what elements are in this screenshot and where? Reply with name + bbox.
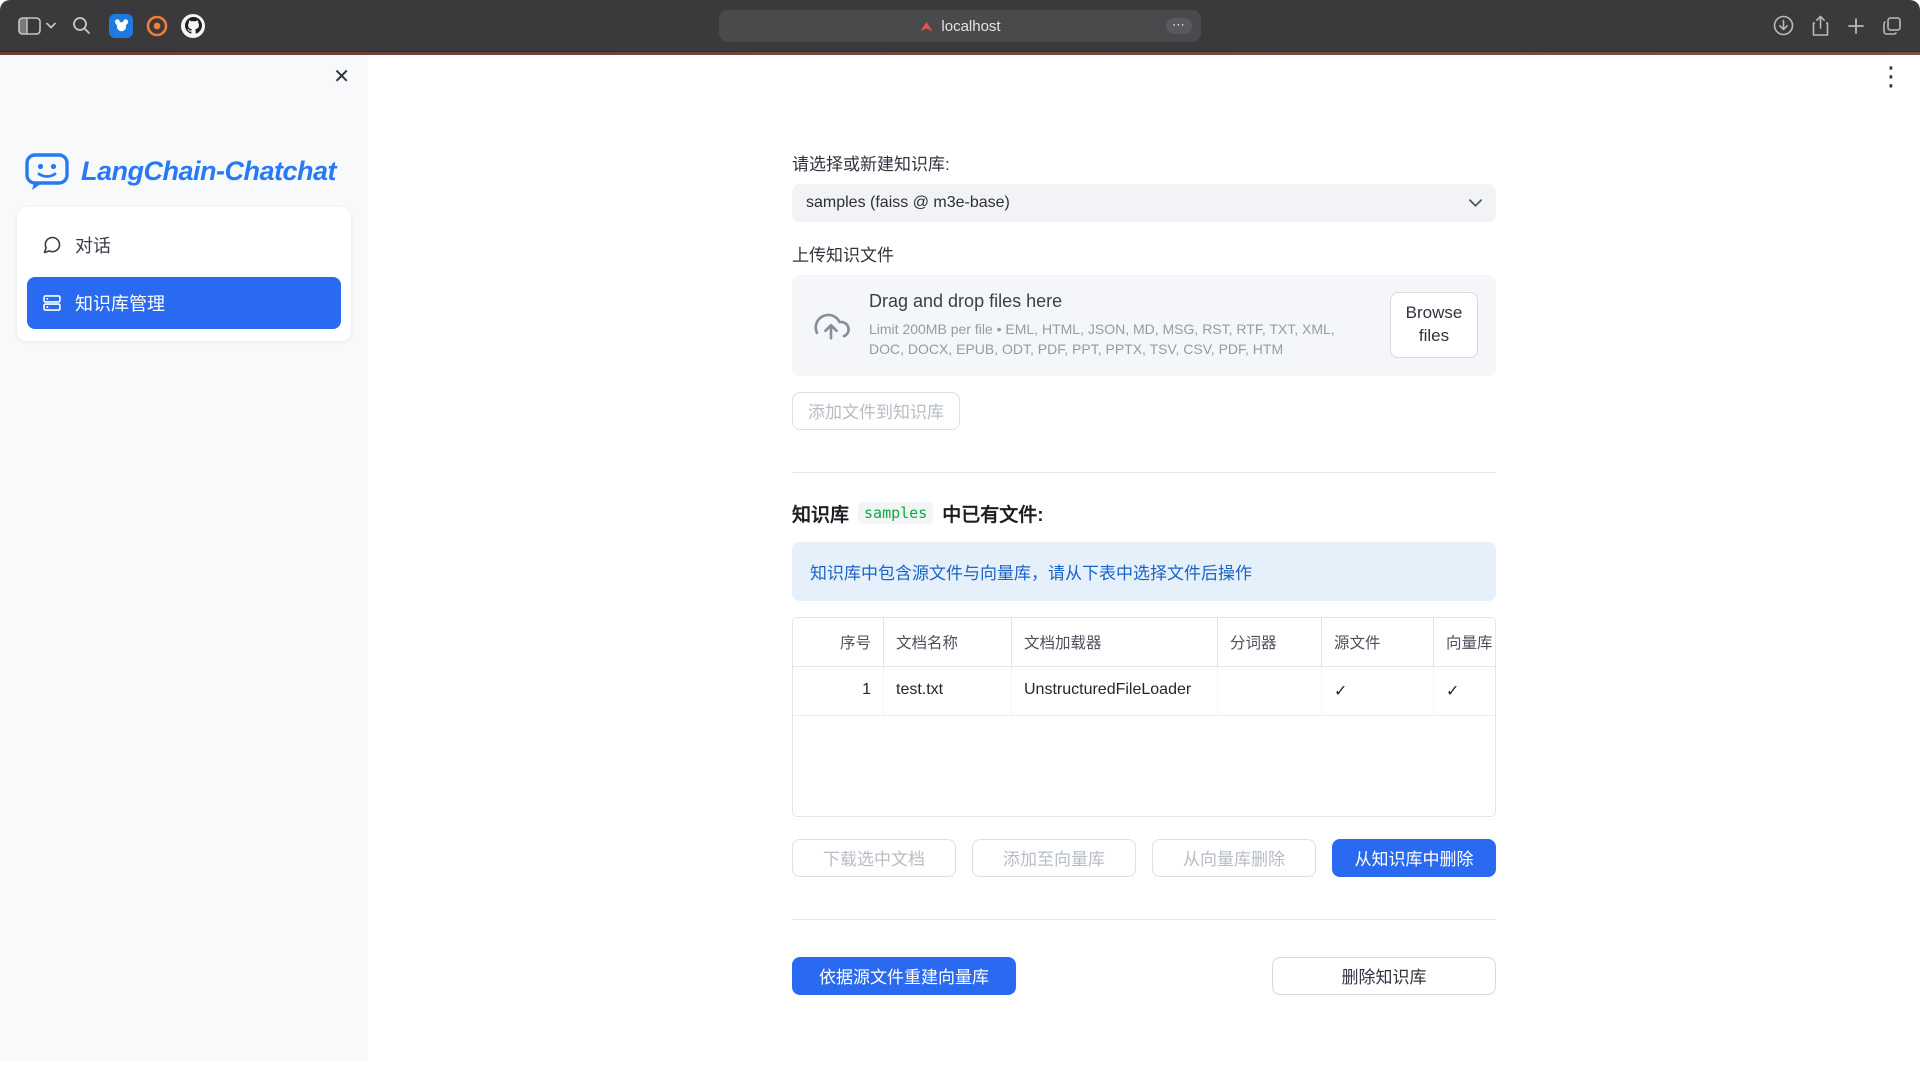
kb-bottom-buttons: 依据源文件重建向量库 删除知识库 (792, 957, 1496, 995)
files-table[interactable]: 序号 文档名称 文档加载器 分词器 源文件 向量库 1 test.txt Uns… (792, 617, 1496, 817)
sidebar: ✕ LangChain-Chatchat 对 (0, 55, 368, 1079)
kb-files-heading: 知识库 samples 中已有文件: (792, 500, 1496, 527)
column-header[interactable]: 文档加载器 (1011, 618, 1217, 666)
chevron-down-icon (46, 22, 56, 29)
kb-name-code: samples (858, 502, 933, 524)
extension-blue-icon[interactable] (109, 14, 133, 38)
search-icon[interactable] (72, 11, 91, 41)
uploader-text: Drag and drop files here Limit 200MB per… (869, 291, 1373, 360)
new-tab-icon[interactable] (1847, 11, 1865, 41)
info-banner: 知识库中包含源文件与向量库，请从下表中选择文件后操作 (792, 542, 1496, 601)
add-to-vector-store-button[interactable]: 添加至向量库 (972, 839, 1136, 877)
download-icon[interactable] (1773, 11, 1794, 41)
database-stack-icon (42, 293, 62, 313)
table-header-row: 序号 文档名称 文档加载器 分词器 源文件 向量库 (793, 618, 1495, 667)
column-header[interactable]: 分词器 (1217, 618, 1321, 666)
address-bar[interactable]: localhost ⋯ (719, 10, 1201, 42)
download-selected-button[interactable]: 下载选中文档 (792, 839, 956, 877)
sidebar-toggle-button[interactable] (18, 11, 56, 41)
address-text: localhost (941, 18, 1000, 35)
table-row[interactable]: 1 test.txt UnstructuredFileLoader ✓ ✓ (793, 667, 1495, 716)
delete-kb-button[interactable]: 删除知识库 (1272, 957, 1496, 995)
sidebar-item-kb-management[interactable]: 知识库管理 (27, 277, 341, 329)
upload-label: 上传知识文件 (792, 241, 1496, 266)
chevron-down-icon (1469, 199, 1482, 207)
uploader-title: Drag and drop files here (869, 291, 1373, 312)
chat-bubble-icon (42, 235, 62, 255)
site-favicon (919, 20, 934, 33)
cloud-upload-icon (810, 309, 852, 341)
sidebar-item-label: 知识库管理 (75, 290, 165, 316)
app-menu-icon[interactable]: ⋮ (1878, 63, 1904, 89)
column-header[interactable]: 向量库 (1433, 618, 1495, 666)
column-header[interactable]: 源文件 (1321, 618, 1433, 666)
kb-selectbox[interactable]: samples (faiss @ m3e-base) (792, 184, 1496, 222)
divider (792, 919, 1496, 920)
cell-vector-store-check[interactable]: ✓ (1433, 667, 1495, 715)
github-extension-icon[interactable] (181, 14, 205, 38)
sidebar-nav: 对话 知识库管理 (17, 207, 351, 341)
delete-from-vector-store-button[interactable]: 从向量库删除 (1152, 839, 1316, 877)
tab-overview-icon[interactable] (1882, 11, 1902, 41)
sidebar-toggle-icon (18, 17, 41, 35)
sidebar-item-label: 对话 (75, 232, 111, 258)
cell-loader[interactable]: UnstructuredFileLoader (1011, 667, 1217, 715)
app-logo: LangChain-Chatchat (0, 55, 368, 191)
logo-chat-icon (24, 151, 70, 191)
table-action-buttons: 下载选中文档 添加至向量库 从向量库删除 从知识库中删除 (792, 839, 1496, 877)
share-icon[interactable] (1811, 11, 1830, 41)
cell-doc-name[interactable]: test.txt (883, 667, 1011, 715)
more-extensions-icon[interactable]: ⋯ (1166, 18, 1192, 34)
cell-source-file-check[interactable]: ✓ (1321, 667, 1433, 715)
divider (792, 472, 1496, 473)
content-column: 请选择或新建知识库: samples (faiss @ m3e-base) 上传… (792, 55, 1496, 995)
cell-splitter[interactable] (1217, 667, 1321, 715)
sidebar-item-chat[interactable]: 对话 (27, 219, 341, 271)
column-header[interactable]: 文档名称 (883, 618, 1011, 666)
main-content: ⋮ 请选择或新建知识库: samples (faiss @ m3e-base) … (368, 55, 1920, 1079)
delete-from-kb-button[interactable]: 从知识库中删除 (1332, 839, 1496, 877)
kb-selected-value: samples (faiss @ m3e-base) (806, 194, 1010, 212)
add-files-button[interactable]: 添加文件到知识库 (792, 392, 960, 430)
toolbar-left-group (18, 11, 217, 41)
uploader-limits: Limit 200MB per file • EML, HTML, JSON, … (869, 319, 1373, 360)
sidebar-bottom-strip (0, 1061, 368, 1079)
logo-text: LangChain-Chatchat (81, 156, 336, 187)
extension-orange-icon[interactable] (145, 14, 169, 38)
sidebar-close-icon[interactable]: ✕ (333, 67, 350, 87)
cell-index[interactable]: 1 (793, 667, 883, 715)
column-header[interactable]: 序号 (793, 618, 883, 666)
kb-heading-suffix: 中已有文件: (942, 500, 1043, 527)
file-uploader-dropzone[interactable]: Drag and drop files here Limit 200MB per… (792, 275, 1496, 376)
browse-files-button[interactable]: Browse files (1390, 292, 1478, 358)
toolbar-right-group (1773, 11, 1902, 41)
app-window: ✕ LangChain-Chatchat 对 (0, 55, 1920, 1079)
browser-toolbar: localhost ⋯ (0, 0, 1920, 52)
kb-heading-prefix: 知识库 (792, 500, 849, 527)
rebuild-vector-store-button[interactable]: 依据源文件重建向量库 (792, 957, 1016, 995)
kb-select-label: 请选择或新建知识库: (792, 150, 1496, 175)
